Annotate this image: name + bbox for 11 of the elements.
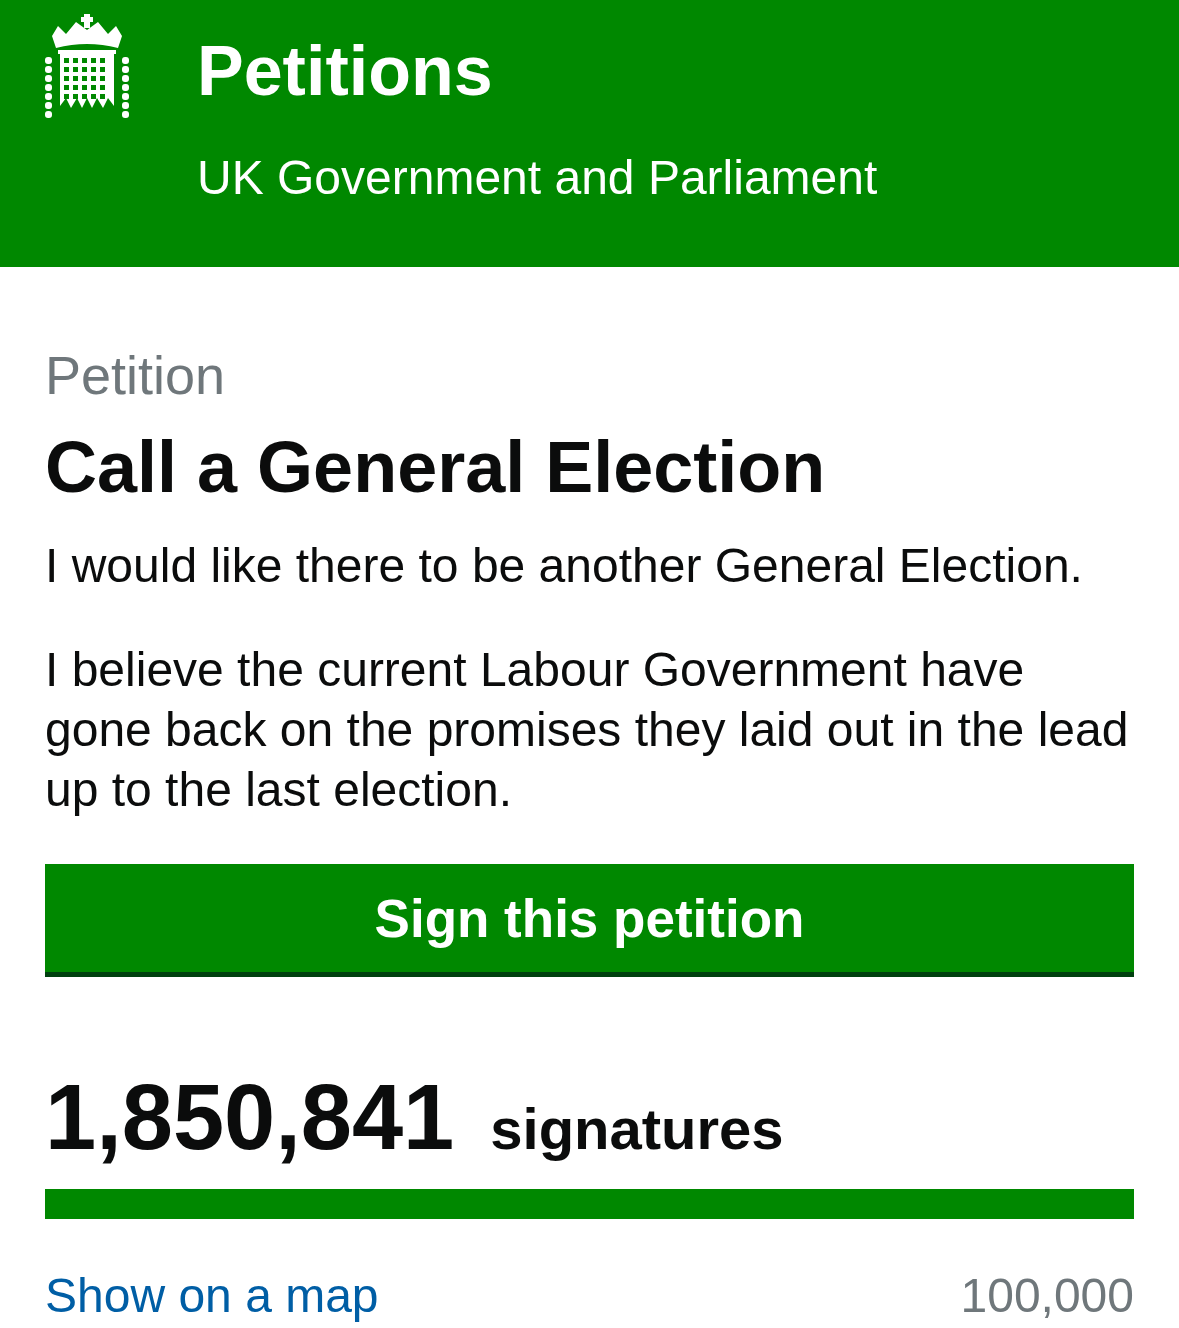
site-title[interactable]: Petitions [197, 36, 878, 106]
sign-button[interactable]: Sign this petition [45, 864, 1134, 977]
site-subtitle: UK Government and Parliament [197, 154, 878, 202]
petition-summary: I would like there to be another General Election. [45, 538, 1084, 594]
page-label: Petition [45, 348, 227, 402]
petition-title: Call a General Election [45, 431, 827, 503]
map-link[interactable]: Show on a map [45, 1272, 379, 1320]
threshold-value: 100,000 [960, 1272, 1134, 1320]
portcullis-icon [44, 14, 130, 118]
signature-count: 1,850,841 [45, 1071, 455, 1163]
petition-details: I believe the current Labour Government have gone back on the promises they laid out in the lead up to the last election. [45, 642, 1130, 818]
